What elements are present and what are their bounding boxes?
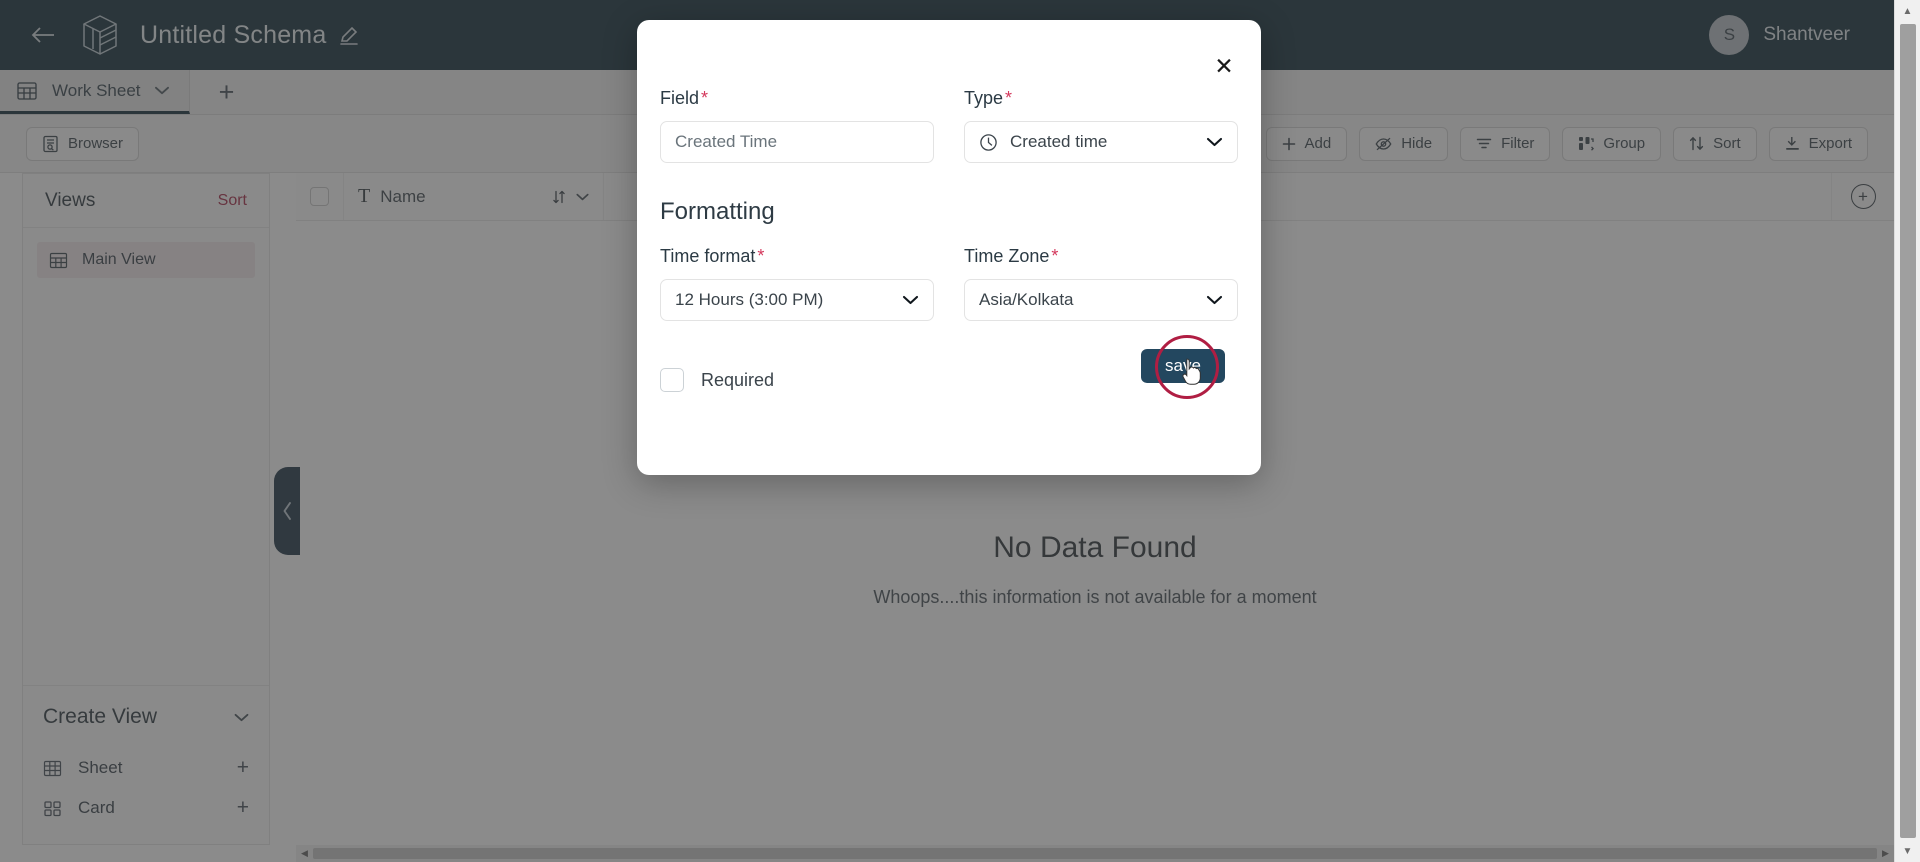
chevron-down-icon[interactable] bbox=[1206, 137, 1223, 147]
required-checkbox[interactable] bbox=[660, 368, 684, 392]
time-zone-select[interactable]: Asia/Kolkata bbox=[964, 279, 1238, 321]
vertical-scroll-track[interactable] bbox=[1895, 22, 1920, 840]
app-root: Untitled Schema S Shantveer bbox=[0, 0, 1920, 862]
vertical-scrollbar[interactable]: ▲ ▼ bbox=[1894, 0, 1920, 862]
type-column: Type * Created time bbox=[964, 88, 1238, 163]
chevron-down-icon[interactable] bbox=[1206, 295, 1223, 305]
required-marker: * bbox=[1005, 88, 1013, 108]
field-name-input[interactable] bbox=[675, 132, 919, 152]
field-column: Field * bbox=[660, 88, 934, 163]
formatting-row: Time format * 12 Hours (3:00 PM) Time Zon… bbox=[660, 246, 1238, 321]
required-marker: * bbox=[757, 246, 765, 266]
field-type-row: Field* Type* Created time bbox=[660, 20, 1238, 163]
type-select[interactable]: Created time bbox=[964, 121, 1238, 163]
save-button[interactable]: save bbox=[1141, 349, 1225, 383]
required-checkbox-label: Required bbox=[701, 369, 775, 390]
scroll-up-arrow-icon[interactable]: ▲ bbox=[1895, 0, 1920, 22]
time-format-value: 12 Hours (3:00 PM) bbox=[675, 290, 824, 309]
vertical-scroll-thumb[interactable] bbox=[1899, 24, 1916, 838]
type-select-value: Created time bbox=[1010, 132, 1108, 151]
clock-icon bbox=[979, 133, 998, 152]
time-zone-label: Time Zone * bbox=[964, 246, 1059, 266]
time-format-label: Time format * bbox=[660, 246, 765, 266]
required-marker: * bbox=[1051, 246, 1059, 266]
time-zone-value: Asia/Kolkata bbox=[979, 290, 1074, 309]
edit-field-modal: ✕ Field* Type* bbox=[637, 20, 1261, 475]
time-format-select[interactable]: 12 Hours (3:00 PM) bbox=[660, 279, 934, 321]
time-zone-column: Time Zone * Asia/Kolkata bbox=[964, 246, 1238, 321]
field-label: Field * bbox=[660, 88, 709, 108]
formatting-title: Formatting bbox=[660, 198, 775, 225]
type-label: Type * bbox=[964, 88, 1013, 108]
chevron-down-icon[interactable] bbox=[902, 295, 919, 305]
field-name-input-wrap[interactable] bbox=[660, 121, 934, 163]
time-format-column: Time format * 12 Hours (3:00 PM) bbox=[660, 246, 934, 321]
required-marker: * bbox=[701, 88, 709, 108]
scroll-down-arrow-icon[interactable]: ▼ bbox=[1895, 840, 1920, 862]
save-button-wrapper: save bbox=[1141, 335, 1225, 399]
close-icon[interactable]: ✕ bbox=[1210, 52, 1238, 80]
